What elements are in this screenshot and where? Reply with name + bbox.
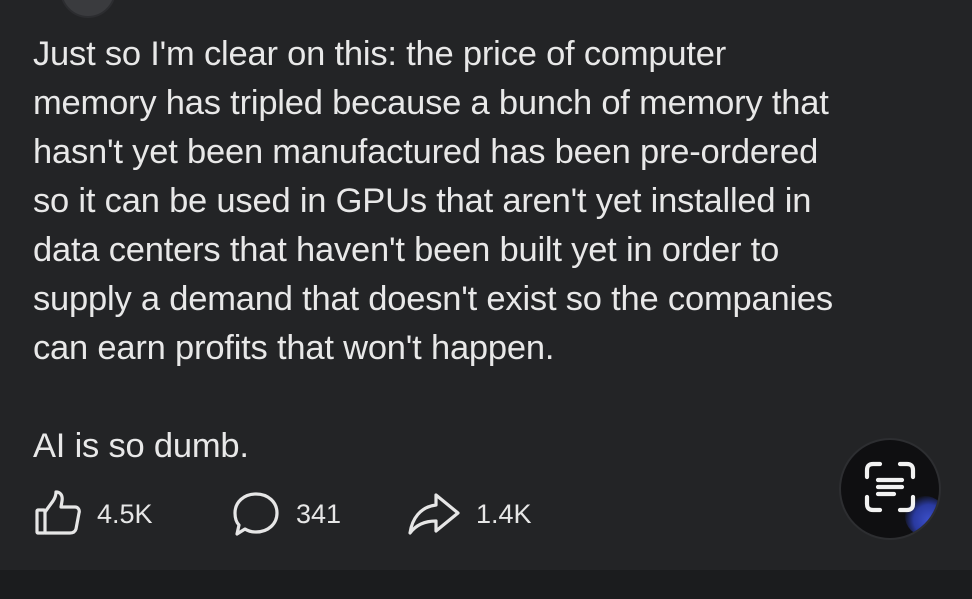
like-button[interactable]: 4.5K xyxy=(33,489,230,539)
bottom-strip xyxy=(0,570,972,599)
speech-bubble-icon xyxy=(230,489,282,539)
share-count: 1.4K xyxy=(476,498,532,529)
like-count: 4.5K xyxy=(97,498,153,529)
share-arrow-icon xyxy=(406,489,462,539)
comment-count: 341 xyxy=(296,498,342,529)
thumbs-up-icon xyxy=(33,489,83,539)
post-text-paragraph: AI is so dumb. xyxy=(33,427,249,465)
post-text-paragraph: Just so I'm clear on this: the price of … xyxy=(33,35,833,367)
text-scan-icon xyxy=(861,458,919,521)
avatar[interactable] xyxy=(60,0,116,18)
post-card: Just so I'm clear on this: the price of … xyxy=(0,0,972,570)
post-actions-bar: 4.5K 341 1.4K xyxy=(33,486,606,542)
comment-button[interactable]: 341 xyxy=(230,489,406,539)
text-scan-button[interactable] xyxy=(841,440,939,538)
share-button[interactable]: 1.4K xyxy=(406,489,606,539)
post-body: Just so I'm clear on this: the price of … xyxy=(33,30,933,471)
